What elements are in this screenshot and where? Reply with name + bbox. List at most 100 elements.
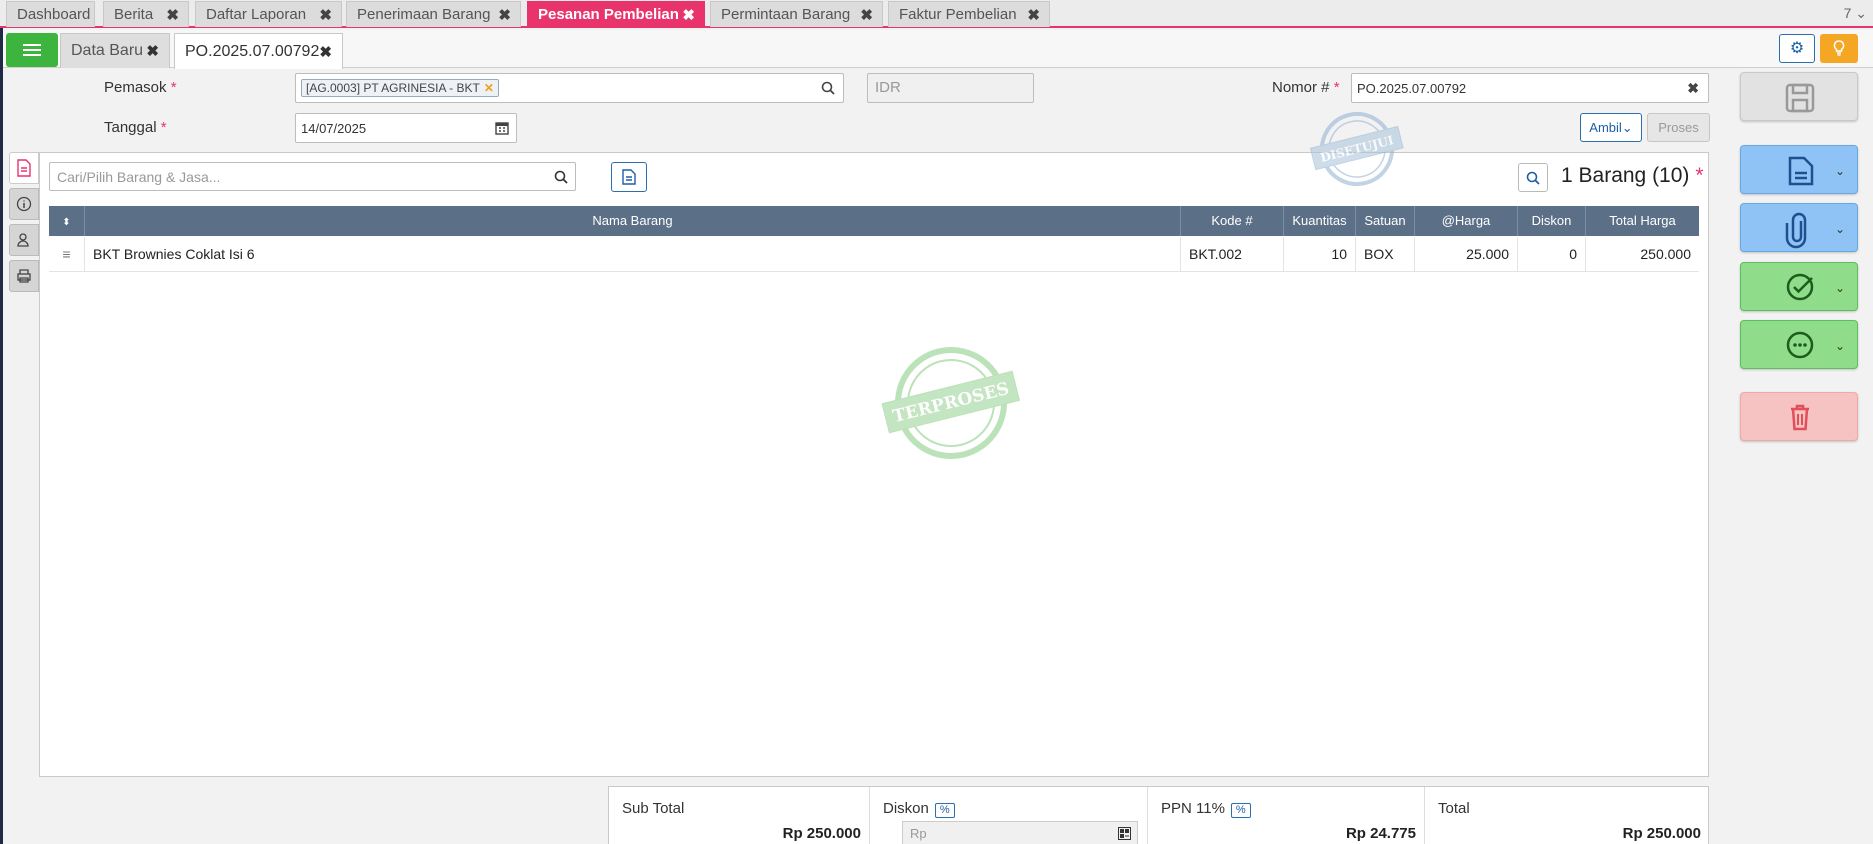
close-icon[interactable]: ✖ <box>498 6 511 24</box>
save-button[interactable] <box>1740 72 1858 121</box>
nomor-value: PO.2025.07.00792 <box>1357 80 1467 96</box>
close-icon[interactable]: ✖ <box>1027 6 1040 24</box>
pemasok-label: Pemasok * <box>104 79 177 96</box>
ambil-dropdown-button[interactable]: Ambil⌄ <box>1580 113 1642 142</box>
subtotal-value: Rp 250.000 <box>782 825 861 842</box>
tab-label: Faktur Pembelian <box>899 6 1017 23</box>
trash-icon <box>1791 404 1809 431</box>
table-row[interactable]: ≡ BKT Brownies Coklat Isi 6 BKT.002 10 B… <box>49 237 1699 272</box>
col-kode[interactable]: Kode # <box>1180 206 1283 236</box>
approved-stamp: DISETUJUI <box>1310 112 1404 186</box>
more-actions-button[interactable]: ⌄ <box>1740 320 1858 369</box>
clear-icon[interactable]: ✖ <box>1687 80 1699 97</box>
diskon-cell: Diskon% Rp <box>869 787 1147 844</box>
item-detail-button[interactable] <box>611 162 647 192</box>
tab-faktur-pembelian[interactable]: Faktur Pembelian ✖ <box>888 1 1050 27</box>
drag-handle-icon[interactable]: ≡ <box>49 237 84 272</box>
tab-pesanan-pembelian[interactable]: Pesanan Pembelian ✖ <box>527 1 705 27</box>
settings-button[interactable]: ⚙ <box>1779 34 1815 63</box>
tab-data-baru[interactable]: Data Baru ✖ <box>60 33 170 68</box>
tips-button[interactable] <box>1820 34 1858 63</box>
tab-penerimaan-barang[interactable]: Penerimaan Barang ✖ <box>346 1 521 27</box>
close-icon[interactable]: ✖ <box>146 42 159 60</box>
tab-label: Dashboard <box>17 6 91 23</box>
tab-berita[interactable]: Berita ✖ <box>103 1 189 27</box>
tab-count-dropdown[interactable]: 7 ⌄ <box>1844 5 1867 22</box>
close-icon[interactable]: ✖ <box>319 6 332 24</box>
nomor-label: Nomor # * <box>1272 79 1340 96</box>
item-search-input[interactable] <box>50 163 530 190</box>
search-icon[interactable] <box>821 81 835 95</box>
total-value: Rp 250.000 <box>1622 825 1701 842</box>
cell-diskon[interactable]: 0 <box>1517 237 1585 272</box>
ppn-cell: PPN 11%% Rp 24.775 <box>1147 787 1424 844</box>
attachment-button[interactable]: ⌄ <box>1740 203 1858 252</box>
totals-summary: Sub Total Rp 250.000 Diskon% Rp PPN 11%%… <box>608 786 1709 844</box>
pemasok-chip: [AG.0003] PT AGRINESIA - BKT ✕ <box>301 79 499 97</box>
tab-daftar-laporan[interactable]: Daftar Laporan ✖ <box>195 1 342 27</box>
remove-chip-icon[interactable]: ✕ <box>484 81 494 95</box>
ppn-value: Rp 24.775 <box>1345 825 1416 842</box>
calendar-icon[interactable] <box>495 121 509 135</box>
calculator-icon[interactable] <box>1118 827 1131 840</box>
col-diskon[interactable]: Diskon <box>1517 206 1585 236</box>
col-total-harga[interactable]: Total Harga <box>1585 206 1699 236</box>
col-satuan[interactable]: Satuan <box>1355 206 1414 236</box>
pemasok-value: [AG.0003] PT AGRINESIA - BKT <box>306 81 480 95</box>
nomor-field[interactable]: PO.2025.07.00792 ✖ <box>1351 73 1709 103</box>
close-icon[interactable]: ✖ <box>166 6 179 24</box>
cell-kuantitas[interactable]: 10 <box>1283 237 1355 272</box>
total-cell: Total Rp 250.000 <box>1424 787 1709 844</box>
tab-permintaan-barang[interactable]: Permintaan Barang ✖ <box>710 1 883 27</box>
cell-total-harga: 250.000 <box>1585 237 1699 272</box>
diskon-label: Diskon% <box>883 800 955 818</box>
gear-icon: ⚙ <box>1789 40 1805 57</box>
close-icon[interactable]: ✖ <box>682 6 695 24</box>
ambil-label: Ambil <box>1589 120 1622 135</box>
chevron-down-icon: ⌄ <box>1834 339 1845 353</box>
list-menu-button[interactable] <box>6 33 58 67</box>
search-icon <box>1526 171 1540 185</box>
cell-harga[interactable]: 25.000 <box>1414 237 1517 272</box>
col-nama-barang[interactable]: Nama Barang <box>84 206 1180 236</box>
document-icon <box>17 159 31 177</box>
col-kuantitas[interactable]: Kuantitas <box>1283 206 1355 236</box>
item-count: 1 Barang (10) * <box>1561 164 1704 187</box>
document-list-icon <box>622 169 636 185</box>
tab-count: 7 <box>1843 5 1852 21</box>
tanggal-field[interactable]: 14/07/2025 <box>295 113 517 143</box>
search-icon[interactable] <box>554 170 568 184</box>
cell-nama-barang[interactable]: BKT Brownies Coklat Isi 6 <box>84 237 1180 272</box>
item-filter-button[interactable] <box>1518 163 1548 192</box>
diskon-percent-toggle[interactable]: % <box>934 803 955 818</box>
document-actions-button[interactable]: ⌄ <box>1740 145 1858 194</box>
diskon-input[interactable]: Rp <box>902 821 1138 844</box>
tab-po-document[interactable]: PO.2025.07.00792 ✖ <box>174 33 343 69</box>
sort-icon: ⬍ <box>62 217 71 228</box>
delete-button[interactable] <box>1740 392 1858 441</box>
item-search-box[interactable] <box>49 162 576 191</box>
ppn-percent-toggle[interactable]: % <box>1230 803 1251 818</box>
tab-label: Data Baru <box>71 42 144 59</box>
sort-handle-header[interactable]: ⬍ <box>49 206 84 236</box>
vtab-info[interactable] <box>9 188 39 220</box>
cell-satuan[interactable]: BOX <box>1355 237 1414 272</box>
vtab-items[interactable] <box>9 152 39 184</box>
tab-label: Penerimaan Barang <box>357 6 491 23</box>
proses-button[interactable]: Proses <box>1647 113 1710 142</box>
module-tab-bar: Dashboard Berita ✖ Daftar Laporan ✖ Peneri… <box>0 0 1873 28</box>
printer-icon <box>17 269 31 283</box>
tab-dashboard[interactable]: Dashboard <box>6 1 95 27</box>
save-icon <box>1785 83 1815 113</box>
tab-label: Berita <box>114 6 154 23</box>
items-table-header: ⬍ Nama Barang Kode # Kuantitas Satuan @H… <box>49 206 1699 236</box>
pemasok-field[interactable]: [AG.0003] PT AGRINESIA - BKT ✕ <box>295 73 844 103</box>
close-icon[interactable]: ✖ <box>860 6 873 24</box>
close-icon[interactable]: ✖ <box>319 43 332 61</box>
vtab-print[interactable] <box>9 260 39 292</box>
lightbulb-icon <box>1833 40 1845 56</box>
vtab-person[interactable] <box>9 224 39 256</box>
approve-button[interactable]: ⌄ <box>1740 262 1858 311</box>
col-harga[interactable]: @Harga <box>1414 206 1517 236</box>
chevron-down-icon: ⌄ <box>1621 120 1633 135</box>
